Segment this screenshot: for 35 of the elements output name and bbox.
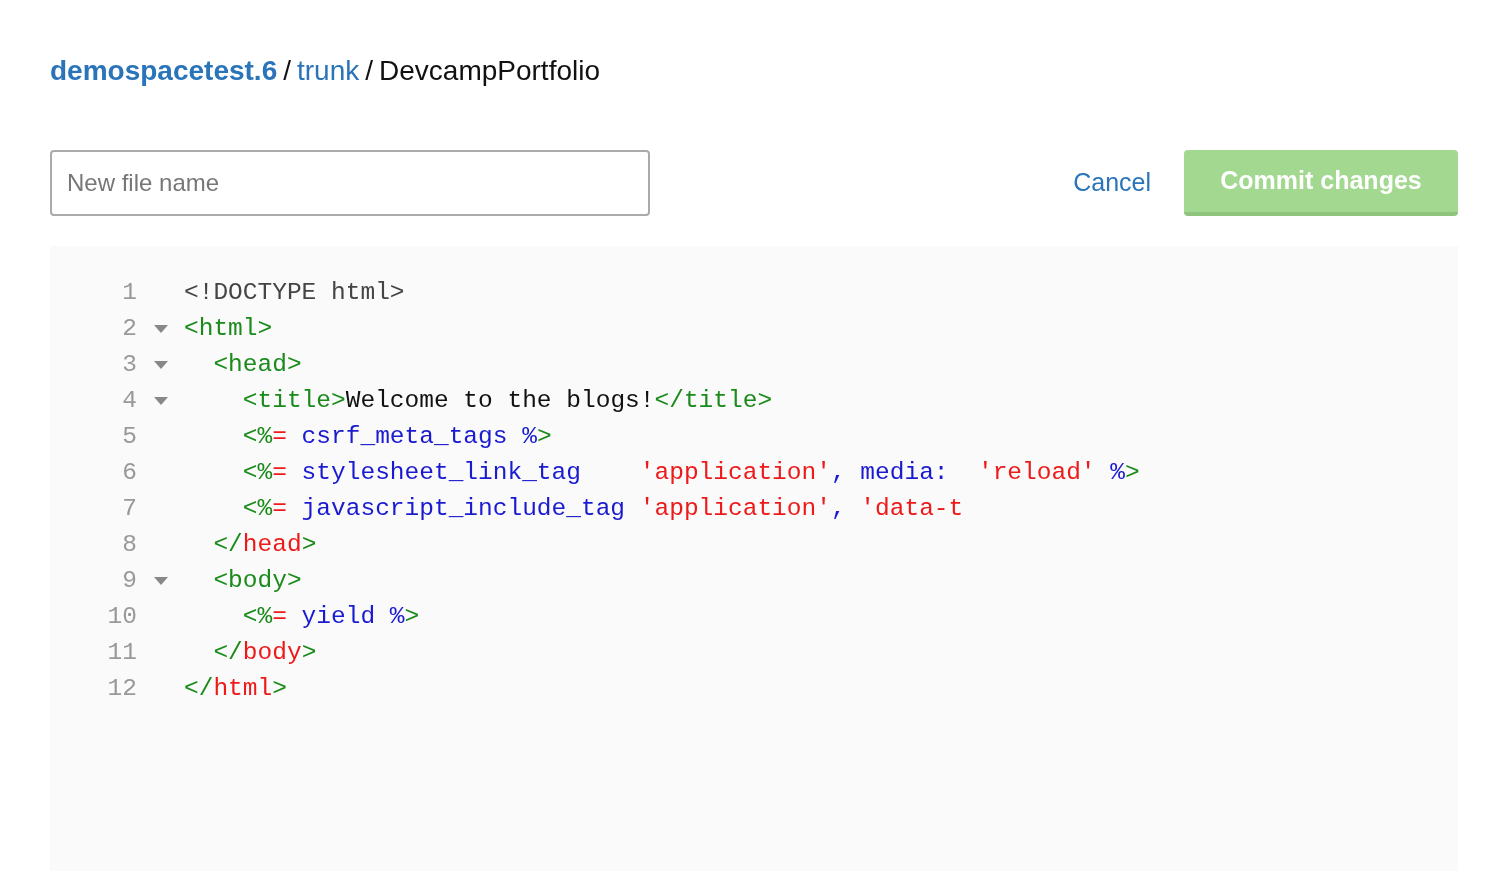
code-line: <!DOCTYPE html> <box>184 277 405 308</box>
folder-name: DevcampPortfolio <box>379 54 600 88</box>
line-number: 12 <box>106 673 137 704</box>
code-line: <%= yield %> <box>241 601 420 632</box>
branch-link[interactable]: trunk <box>297 50 360 92</box>
fold-caret-icon[interactable] <box>153 577 168 585</box>
fold-caret-icon[interactable] <box>153 325 168 333</box>
code-line: </html> <box>184 673 287 704</box>
code-line: </body> <box>212 637 317 668</box>
code-line: <%= csrf_meta_tags %> <box>241 421 552 452</box>
cancel-link[interactable]: Cancel <box>1073 164 1151 202</box>
breadcrumb-separator: / <box>283 54 291 88</box>
line-number: 10 <box>106 601 137 632</box>
line-number: 3 <box>121 349 137 380</box>
code-line: <%= javascript_include_tag 'application', 'data-t <box>241 493 964 524</box>
code-line: </head> <box>212 529 317 560</box>
code-line: <head> <box>212 349 302 380</box>
line-number: 9 <box>121 565 137 596</box>
fold-caret-icon[interactable] <box>153 397 168 405</box>
code-line: <%= stylesheet_link_tag 'application', media: 'reload' %> <box>241 457 1140 488</box>
code-line: <body> <box>212 565 302 596</box>
line-number: 6 <box>121 457 137 488</box>
space-link[interactable]: demospacetest.6 <box>50 50 278 92</box>
line-number: 4 <box>121 385 137 416</box>
line-number: 1 <box>121 277 137 308</box>
line-number: 8 <box>121 529 137 560</box>
code-line: <title>Welcome to the blogs!</title> <box>241 385 773 416</box>
line-number: 11 <box>106 637 137 668</box>
fold-caret-icon[interactable] <box>153 361 168 369</box>
line-number: 5 <box>121 421 137 452</box>
code-line: <html> <box>184 313 273 344</box>
line-number: 2 <box>121 313 137 344</box>
file-name-field[interactable]: New file name <box>50 150 650 216</box>
breadcrumb-separator: / <box>365 54 374 88</box>
line-number: 7 <box>121 493 137 524</box>
